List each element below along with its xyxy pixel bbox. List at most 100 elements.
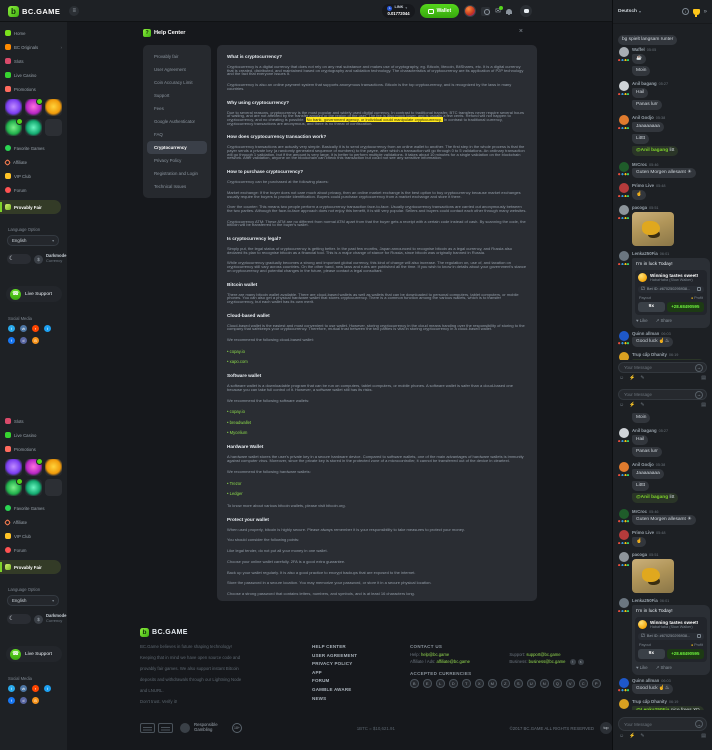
share-button[interactable]: ↗ Share	[656, 665, 672, 671]
help-menu-item[interactable]: Registration and Login	[147, 167, 207, 180]
facebook-icon[interactable]: f	[8, 697, 15, 704]
avatar[interactable]	[619, 678, 629, 688]
multiplier-chip[interactable]: 9x	[638, 649, 665, 659]
send-icon[interactable]: →	[695, 720, 703, 728]
sidebar-item[interactable]: VIP Club	[0, 169, 67, 183]
sidebar-item[interactable]: Affiliate	[0, 155, 67, 169]
trophy-icon[interactable]	[693, 9, 700, 15]
chat-username[interactable]: Primo Live	[632, 530, 654, 535]
chat-username[interactable]: Trup cấp Dhanity	[632, 699, 667, 704]
avatar[interactable]	[619, 699, 629, 709]
avatar[interactable]	[619, 331, 629, 341]
article-link[interactable]: breadwallet	[227, 420, 527, 425]
profit-chip[interactable]: +28.68490595	[667, 649, 704, 659]
chat-username[interactable]: Trup cấp Dhanity	[632, 352, 667, 357]
game-tile[interactable]	[25, 119, 42, 136]
profit-chip[interactable]: +28.68490595	[667, 302, 704, 312]
emoji-icon[interactable]: ☺	[619, 403, 624, 408]
help-menu-item[interactable]: FAQ	[147, 128, 207, 141]
share-button[interactable]: ↗ Share	[656, 318, 672, 324]
avatar[interactable]	[619, 598, 629, 608]
sidebar-item[interactable]: Favorite Games	[0, 501, 67, 515]
footer-link[interactable]: APP	[312, 670, 398, 675]
telegram-icon[interactable]: t	[8, 685, 15, 692]
game-tile[interactable]	[5, 479, 22, 496]
darkmode-toggle[interactable]: ☾	[7, 254, 31, 264]
telegram-icon[interactable]: t	[8, 325, 15, 332]
game-tile[interactable]	[45, 119, 62, 136]
chat-username[interactable]: Anil Godjo	[632, 462, 654, 467]
mention[interactable]: @Lenka250Fia	[636, 708, 669, 710]
chat-username[interactable]: MrCroc	[632, 509, 647, 514]
avatar[interactable]	[619, 205, 629, 215]
game-tile[interactable]	[5, 459, 22, 476]
rain-icon[interactable]: ⚡	[629, 403, 635, 408]
chat-message-input[interactable]	[622, 721, 695, 728]
sidebar-item[interactable]: Affiliate	[0, 515, 67, 529]
footer-link[interactable]: NEWS	[312, 696, 398, 701]
mention[interactable]: @Anil bagang	[636, 148, 668, 153]
like-button[interactable]: ♥ Like	[636, 318, 648, 324]
help-menu-item[interactable]: Coin Accuracy Limit	[147, 76, 207, 89]
sidebar-item[interactable]: Slots	[0, 414, 67, 428]
game-tile[interactable]	[5, 99, 22, 116]
avatar[interactable]	[619, 47, 629, 57]
user-avatar[interactable]	[464, 5, 476, 17]
avatar[interactable]	[619, 183, 629, 193]
like-button[interactable]: ♥ Like	[636, 665, 648, 671]
gif-icon[interactable]: ✎	[640, 403, 644, 408]
collapse-icon[interactable]: »	[704, 9, 707, 15]
sidebar-item-provably-fair[interactable]: Provably Fair	[0, 560, 61, 574]
chat-username[interactable]: Quinn allman	[632, 678, 659, 683]
game-tile[interactable]	[45, 99, 62, 116]
article-link[interactable]: xapo.com	[227, 359, 527, 364]
menu-icon[interactable]: ≡	[69, 6, 79, 16]
chat-image[interactable]	[632, 212, 674, 246]
chat-username[interactable]: MrCroc	[632, 162, 647, 167]
chat-toggle-icon[interactable]	[520, 5, 532, 17]
emoji-icon[interactable]: ☺	[619, 734, 624, 739]
win-card[interactable]: Winning tastes sweet! HabaHaba (Slow Wal…	[635, 270, 707, 315]
avatar[interactable]	[619, 552, 629, 562]
footer-link[interactable]: USER AGREEMENT	[312, 653, 398, 658]
chat-username[interactable]: pacoga	[632, 205, 647, 210]
win-card[interactable]: Winning tastes sweet! HabaHaba (Slow Wal…	[635, 617, 707, 662]
twitter-icon[interactable]: t	[44, 685, 51, 692]
gif-icon[interactable]: ✎	[640, 734, 644, 739]
chat-username[interactable]: Anil Godjo	[632, 115, 654, 120]
bet-id[interactable]: Bet ID: #670250295938...	[647, 634, 695, 638]
article-link[interactable]: Trezor	[227, 481, 527, 486]
avatar[interactable]	[619, 251, 629, 261]
send-icon[interactable]: →	[695, 364, 703, 372]
footer-link[interactable]: PRIVACY POLICY	[312, 661, 398, 666]
avatar[interactable]	[619, 352, 629, 360]
wallet-button[interactable]: Wallet	[420, 4, 460, 18]
help-menu-item[interactable]: Technical Issues	[147, 180, 207, 193]
chat-rooms-icon[interactable]: ▤	[701, 734, 706, 739]
contact-email[interactable]: affiliate@bc.game	[436, 659, 470, 664]
vk-icon[interactable]: vk	[20, 325, 27, 332]
contact-email[interactable]: business@bc.game	[529, 659, 566, 664]
signal-icon[interactable]: s	[578, 659, 584, 665]
inbox-icon[interactable]: ✉	[495, 8, 501, 15]
chat-rooms-icon[interactable]: ▤	[701, 403, 706, 408]
reddit-icon[interactable]: r	[32, 325, 39, 332]
sidebar-item[interactable]: Favorite Games	[0, 141, 67, 155]
bitcointalk-icon[interactable]: B	[32, 337, 39, 344]
rain-icon[interactable]: ⚡	[629, 734, 635, 739]
sidebar-item[interactable]: Live Casino	[0, 428, 67, 442]
article-link[interactable]: Mycelium	[227, 430, 527, 435]
contact-email[interactable]: support@bc.game	[526, 652, 560, 657]
sidebar-item[interactable]: Slots	[0, 54, 67, 68]
sidebar-item[interactable]: Promotions	[0, 442, 67, 456]
chat-username[interactable]: pacoga	[632, 552, 647, 557]
sidebar-item[interactable]: Forum	[0, 183, 67, 197]
bet-id[interactable]: Bet ID: #670250295938...	[647, 287, 695, 291]
live-support-button[interactable]: ☎ Live Support	[6, 286, 62, 302]
avatar[interactable]	[619, 530, 629, 540]
chat-username[interactable]: Waffel	[632, 47, 645, 52]
help-menu-item[interactable]: Google Authenticator	[147, 115, 207, 128]
logo-group[interactable]: b BC.GAME ≡	[8, 0, 79, 22]
game-tile[interactable]	[25, 99, 42, 116]
scroll-top-button[interactable]: top	[600, 722, 612, 734]
